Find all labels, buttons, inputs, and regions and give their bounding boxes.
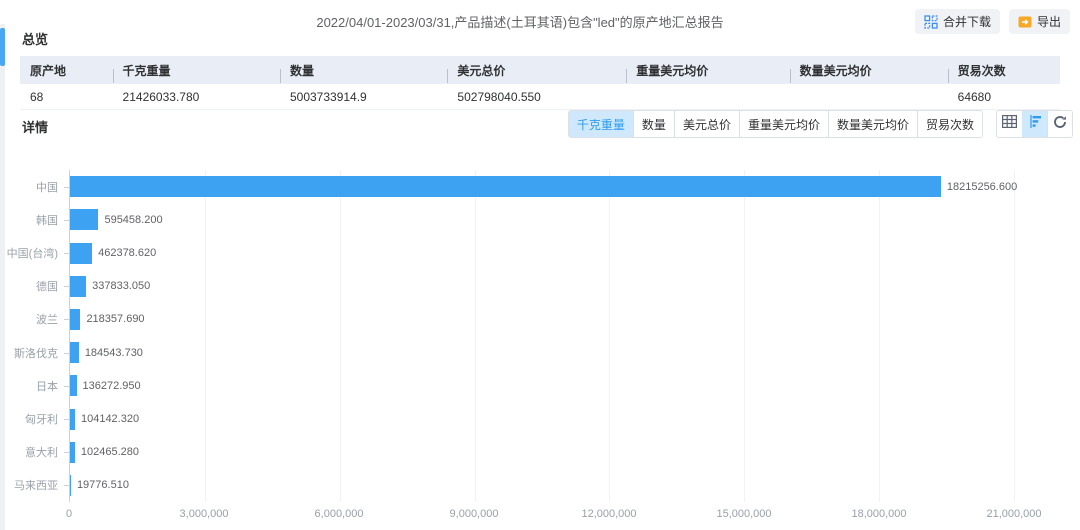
category-label: 匈牙利 xyxy=(0,402,58,435)
bar-row: 595458.200 xyxy=(70,203,1074,236)
category-label: 意大利 xyxy=(0,436,58,469)
bar-row: 184543.730 xyxy=(70,336,1074,369)
bar-value-label: 18215256.600 xyxy=(947,181,1017,193)
table-icon xyxy=(1002,115,1017,133)
x-tick-label: 15,000,000 xyxy=(716,508,771,520)
chart-bar-rows: 18215256.600 595458.200 462378.620 337833.0… xyxy=(70,170,1074,502)
category-label: 韩国 xyxy=(0,203,58,236)
bar-row: 102465.280 xyxy=(70,436,1074,469)
category-label: 波兰 xyxy=(0,303,58,336)
header-toolbar: 合并下载 导出 xyxy=(915,9,1070,34)
column-header: 原产地 xyxy=(20,62,113,79)
bar-chart-view-button[interactable] xyxy=(1022,111,1047,137)
table-cell: 21426033.780 xyxy=(113,90,280,104)
details-section-label: 详情 xyxy=(22,117,48,136)
bar[interactable] xyxy=(70,309,80,330)
chart-category-axis: 中国韩国中国(台湾)德国波兰斯洛伐克日本匈牙利意大利马来西亚 xyxy=(0,170,58,502)
export-label: 导出 xyxy=(1037,13,1061,30)
category-label: 德国 xyxy=(0,270,58,303)
merge-download-button[interactable]: 合并下载 xyxy=(915,9,1000,34)
overview-section-label: 总览 xyxy=(22,29,48,48)
refresh-icon xyxy=(1053,115,1067,134)
metric-tab[interactable]: 美元总价 xyxy=(674,111,739,137)
export-icon xyxy=(1018,15,1032,29)
chart-plot: 18215256.600 595458.200 462378.620 337833.0… xyxy=(69,170,1014,502)
bar-row: 18215256.600 xyxy=(70,170,1074,203)
x-tick-label: 0 xyxy=(66,508,72,520)
merge-download-icon xyxy=(924,15,938,29)
refresh-button[interactable] xyxy=(1047,111,1072,137)
overview-table-row: 6821426033.7805003733914.9502798040.550 6… xyxy=(20,84,1060,110)
overview-table: 原产地千克重量数量美元总价重量美元均价数量美元均价贸易次数 6821426033… xyxy=(20,56,1060,110)
bar[interactable] xyxy=(70,243,92,264)
bar-row: 462378.620 xyxy=(70,236,1074,269)
bar-row: 337833.050 xyxy=(70,270,1074,303)
x-tick-label: 3,000,000 xyxy=(180,508,229,520)
bar[interactable] xyxy=(70,276,86,297)
metric-tab[interactable]: 贸易次数 xyxy=(917,111,982,137)
category-label: 日本 xyxy=(0,369,58,402)
bar-value-label: 19776.510 xyxy=(77,479,129,491)
chart-x-axis: 0 3,000,000 6,000,000 9,000,000 12,000,000 15… xyxy=(69,508,1014,524)
column-header: 重量美元均价 xyxy=(626,62,789,79)
merge-download-label: 合并下载 xyxy=(943,13,991,30)
category-label: 斯洛伐克 xyxy=(0,336,58,369)
table-cell: 64680 xyxy=(948,90,1060,104)
metric-tab[interactable]: 重量美元均价 xyxy=(739,111,828,137)
column-header: 数量 xyxy=(280,62,447,79)
bar[interactable] xyxy=(70,409,75,430)
category-label: 马来西亚 xyxy=(0,469,58,502)
bar[interactable] xyxy=(70,342,79,363)
bar-row: 136272.950 xyxy=(70,369,1074,402)
bar-value-label: 104142.320 xyxy=(81,413,139,425)
category-label: 中国(台湾) xyxy=(0,236,58,269)
metric-tab[interactable]: 千克重量 xyxy=(569,111,633,137)
category-label: 中国 xyxy=(0,170,58,203)
x-tick-label: 18,000,000 xyxy=(851,508,906,520)
bar-row: 218357.690 xyxy=(70,303,1074,336)
column-header: 贸易次数 xyxy=(948,62,1060,79)
bar[interactable] xyxy=(70,442,75,463)
bar-value-label: 184543.730 xyxy=(85,347,143,359)
bar[interactable] xyxy=(70,475,71,496)
bar-chart-icon xyxy=(1028,115,1042,133)
x-tick-label: 12,000,000 xyxy=(581,508,636,520)
column-header: 美元总价 xyxy=(447,62,626,79)
metric-tabs: 千克重量数量美元总价重量美元均价数量美元均价贸易次数 xyxy=(568,110,983,138)
bar[interactable] xyxy=(70,375,77,396)
bar-value-label: 136272.950 xyxy=(83,380,141,392)
bar[interactable] xyxy=(70,209,98,230)
view-switcher xyxy=(996,110,1073,138)
page-title: 2022/04/01-2023/03/31,产品描述(土耳其语)包含"led"的… xyxy=(120,12,920,31)
metric-tab[interactable]: 数量 xyxy=(633,111,674,137)
x-tick-label: 6,000,000 xyxy=(315,508,364,520)
metric-tab[interactable]: 数量美元均价 xyxy=(828,111,917,137)
column-header: 千克重量 xyxy=(113,62,280,79)
bar-value-label: 595458.200 xyxy=(104,214,162,226)
left-scrollbar-thumb[interactable] xyxy=(0,28,5,66)
x-tick-label: 21,000,000 xyxy=(986,508,1041,520)
bar-value-label: 102465.280 xyxy=(81,446,139,458)
x-tick-label: 9,000,000 xyxy=(450,508,499,520)
table-view-button[interactable] xyxy=(997,111,1022,137)
column-header: 数量美元均价 xyxy=(790,62,948,79)
table-cell: 502798040.550 xyxy=(447,90,626,104)
export-button[interactable]: 导出 xyxy=(1009,9,1070,34)
origin-bar-chart: 中国韩国中国(台湾)德国波兰斯洛伐克日本匈牙利意大利马来西亚 18215256.… xyxy=(0,170,1080,530)
table-cell: 68 xyxy=(20,90,113,104)
bar-value-label: 218357.690 xyxy=(86,313,144,325)
bar[interactable] xyxy=(70,176,941,197)
bar-value-label: 337833.050 xyxy=(92,280,150,292)
bar-value-label: 462378.620 xyxy=(98,247,156,259)
bar-row: 19776.510 xyxy=(70,469,1074,502)
table-cell: 5003733914.9 xyxy=(280,90,447,104)
bar-row: 104142.320 xyxy=(70,402,1074,435)
overview-table-header-row: 原产地千克重量数量美元总价重量美元均价数量美元均价贸易次数 xyxy=(20,56,1060,84)
